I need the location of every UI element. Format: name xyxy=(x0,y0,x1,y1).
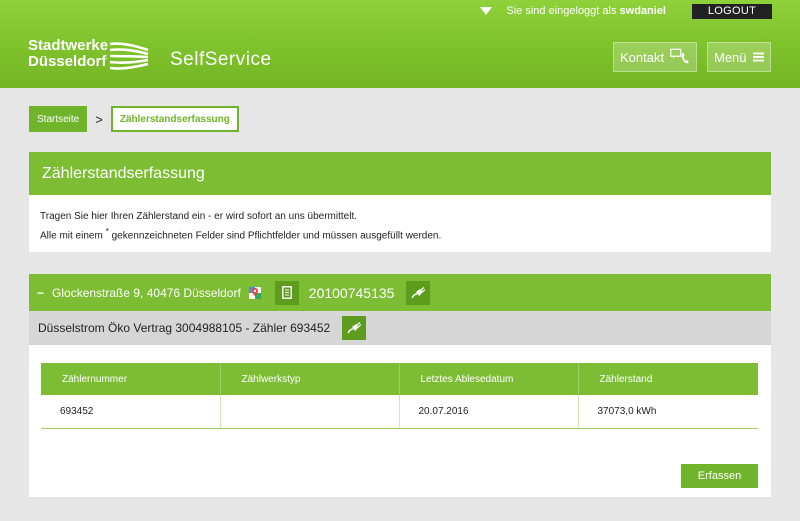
contract-energy-button[interactable] xyxy=(342,316,367,340)
table-row: 693452 20.07.2016 37073,0 kWh xyxy=(41,395,758,429)
document-button[interactable] xyxy=(274,280,299,305)
meter-card: − Glockenstraße 9, 40476 Düsseldorf 2010… xyxy=(29,274,771,497)
col-header-meter-number: Zählernummer xyxy=(41,363,221,395)
login-status: Sie sind eingeloggt als swdaniel xyxy=(506,5,666,17)
phone-chat-icon xyxy=(670,48,689,64)
logo-line-2: Düsseldorf xyxy=(28,53,107,70)
logo[interactable]: Stadtwerke Düsseldorf xyxy=(28,38,108,70)
breadcrumb: Startseite > Zählerstandserfassung xyxy=(29,106,239,132)
intro-line-2-pre: Alle mit einem xyxy=(40,230,103,242)
top-bar: Sie sind eingeloggt als swdaniel LOGOUT xyxy=(480,3,772,19)
intro-line-2-post: gekennzeichneten Felder sind Pflichtfeld… xyxy=(111,230,442,242)
erfassen-button[interactable]: Erfassen xyxy=(681,464,758,488)
cell-meter-reading: 37073,0 kWh xyxy=(578,395,758,429)
username: swdaniel xyxy=(619,5,666,17)
address-bar[interactable]: − Glockenstraße 9, 40476 Düsseldorf 2010… xyxy=(29,274,771,311)
breadcrumb-home[interactable]: Startseite xyxy=(29,106,88,132)
required-star: * xyxy=(105,226,109,236)
kontakt-button[interactable]: Kontakt xyxy=(613,42,697,72)
logout-button[interactable]: LOGOUT xyxy=(692,3,772,19)
collapse-icon[interactable]: − xyxy=(37,286,44,300)
energy-button[interactable] xyxy=(406,280,431,305)
logo-wave-icon xyxy=(109,42,149,70)
account-number: 20100745135 xyxy=(308,284,395,301)
chevron-down-icon[interactable] xyxy=(480,7,493,15)
product-title: SelfService xyxy=(170,49,272,70)
contract-bar: Düsselstrom Öko Vertrag 3004988105 - Zäh… xyxy=(29,311,771,345)
table-header-row: Zählernummer Zählwerkstyp Letztes Ablese… xyxy=(41,363,758,395)
header: Sie sind eingeloggt als swdaniel LOGOUT … xyxy=(0,0,800,88)
menu-button[interactable]: Menü xyxy=(707,42,771,72)
map-pin-icon[interactable] xyxy=(248,286,261,300)
meter-table: Zählernummer Zählwerkstyp Letztes Ablese… xyxy=(41,363,758,429)
intro-text: Tragen Sie hier Ihren Zählerstand ein - … xyxy=(29,195,771,243)
page-title: Zählerstandserfassung xyxy=(29,152,771,195)
document-icon xyxy=(281,286,292,299)
menu-label: Menü xyxy=(714,49,747,65)
hamburger-icon xyxy=(752,52,764,62)
col-header-meter-reading: Zählerstand xyxy=(578,363,758,395)
col-header-register-type: Zählwerkstyp xyxy=(220,363,400,395)
col-header-last-reading-date: Letztes Ablesedatum xyxy=(399,363,579,395)
contract-text: Düsselstrom Öko Vertrag 3004988105 - Zäh… xyxy=(38,321,331,335)
cell-last-reading-date: 20.07.2016 xyxy=(399,395,579,429)
intro-line-1: Tragen Sie hier Ihren Zählerstand ein - … xyxy=(40,211,358,222)
cell-meter-number: 693452 xyxy=(41,395,221,429)
plug-icon xyxy=(411,286,426,298)
logo-line-1: Stadtwerke xyxy=(28,37,109,54)
cell-register-type xyxy=(220,395,400,429)
intro-line-2: Alle mit einem * gekennzeichneten Felder… xyxy=(40,224,771,243)
breadcrumb-current: Zählerstandserfassung xyxy=(110,106,239,132)
kontakt-label: Kontakt xyxy=(620,49,665,65)
login-label: Sie sind eingeloggt als xyxy=(506,5,617,17)
breadcrumb-separator: > xyxy=(95,111,103,127)
plug-icon xyxy=(347,322,362,334)
address-text: Glockenstraße 9, 40476 Düsseldorf xyxy=(52,285,241,300)
intro-card: Zählerstandserfassung Tragen Sie hier Ih… xyxy=(29,152,771,252)
